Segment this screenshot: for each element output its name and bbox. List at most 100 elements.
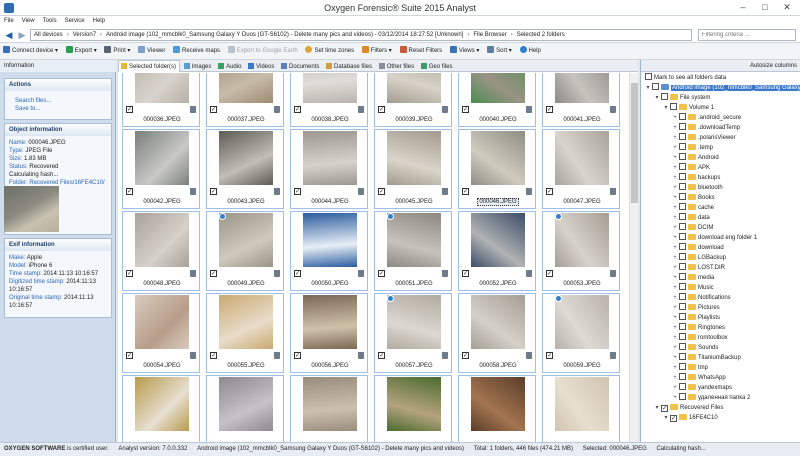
breadcrumb-image[interactable]: Android image (102_mmcblk0_Samsung Galax… <box>106 30 463 40</box>
mark-all-folders-row[interactable]: Mark to see all folders data <box>645 73 726 83</box>
tab-geo-files[interactable]: Geo files <box>419 61 456 73</box>
thumbnail-image[interactable] <box>555 73 609 103</box>
thumbnail-cell[interactable]: ✓ 000056.JPEG <box>290 293 368 373</box>
select-checkbox[interactable]: ✓ <box>378 352 385 359</box>
menu-service[interactable]: Service <box>61 16 89 27</box>
thumbnail-image[interactable] <box>555 377 609 431</box>
vertical-scrollbar[interactable] <box>629 73 638 442</box>
sort-button[interactable]: Sort ▾ <box>484 43 515 60</box>
thumbnail-cell[interactable]: ✓ 000058.JPEG <box>458 293 536 373</box>
tab-audio[interactable]: Audio <box>216 61 244 73</box>
expand-toggle-icon[interactable]: + <box>672 333 678 343</box>
tree-node[interactable]: + download <box>672 243 724 253</box>
tree-node[interactable]: + cache <box>672 203 714 213</box>
tab-selected-folders[interactable]: Selected folder(s) <box>118 60 181 72</box>
tree-node[interactable]: + .polarisViewer <box>672 133 736 143</box>
tree-checkbox[interactable] <box>679 213 686 220</box>
thumbnail-image[interactable] <box>303 377 357 431</box>
tree-checkbox[interactable] <box>679 233 686 240</box>
tree-checkbox[interactable] <box>679 263 686 270</box>
thumbnail-cell[interactable]: ✓ 000057.JPEG <box>374 293 452 373</box>
search-files-link[interactable]: Search files... <box>5 97 111 105</box>
tree-checkbox[interactable] <box>679 283 686 290</box>
expand-toggle-icon[interactable]: ▾ <box>645 83 651 93</box>
thumbnail-cell[interactable]: ✓ 000047.JPEG <box>542 129 620 209</box>
tree-checkbox[interactable] <box>679 273 686 280</box>
expand-toggle-icon[interactable]: + <box>672 353 678 363</box>
thumbnail-cell[interactable]: ✓ 000038.JPEG <box>290 73 368 127</box>
tree-checkbox[interactable] <box>679 183 686 190</box>
thumbnail-cell[interactable]: ✓ 000054.JPEG <box>122 293 200 373</box>
tree-node[interactable]: ▾ Volume 1 <box>663 103 714 113</box>
thumbnail-image[interactable] <box>555 131 609 185</box>
expand-toggle-icon[interactable]: + <box>672 193 678 203</box>
tree-node[interactable]: + data <box>672 213 710 223</box>
tree-node[interactable]: + Sounds <box>672 343 718 353</box>
tree-checkbox[interactable] <box>679 293 686 300</box>
thumbnail-cell[interactable] <box>206 375 284 442</box>
expand-toggle-icon[interactable]: + <box>672 303 678 313</box>
tree-checkbox[interactable] <box>679 173 686 180</box>
thumbnail-image[interactable] <box>471 131 525 185</box>
tree-node[interactable]: + WhatsApp <box>672 373 726 383</box>
expand-toggle-icon[interactable]: + <box>672 343 678 353</box>
viewer-button[interactable]: Viewer <box>135 43 168 60</box>
select-checkbox[interactable]: ✓ <box>546 352 553 359</box>
save-to-link[interactable]: Save to... <box>5 105 111 113</box>
tree-node[interactable]: + Pictures <box>672 303 720 313</box>
thumbnail-cell[interactable]: ✓ 000037.JPEG <box>206 73 284 127</box>
views-button[interactable]: Views ▾ <box>447 43 483 60</box>
select-checkbox[interactable]: ✓ <box>294 352 301 359</box>
thumbnail-cell[interactable]: ✓ 000055.JPEG <box>206 293 284 373</box>
select-checkbox[interactable]: ✓ <box>210 352 217 359</box>
thumbnail-image[interactable] <box>135 73 189 103</box>
tree-node[interactable]: + LOST.DIR <box>672 263 725 273</box>
breadcrumb-all-devices[interactable]: All devices <box>34 30 63 40</box>
tree-checkbox[interactable]: ✓ <box>670 415 677 422</box>
expand-toggle-icon[interactable]: + <box>672 323 678 333</box>
tree-node[interactable]: + bluetooth <box>672 183 723 193</box>
select-checkbox[interactable]: ✓ <box>210 188 217 195</box>
thumbnail-image[interactable] <box>303 131 357 185</box>
tree-node[interactable]: + backups <box>672 173 720 183</box>
close-button[interactable]: ✕ <box>776 0 798 15</box>
tree-checkbox[interactable] <box>652 83 659 90</box>
select-checkbox[interactable]: ✓ <box>462 270 469 277</box>
filters-button[interactable]: Filters ▾ <box>359 43 395 60</box>
thumbnail-cell[interactable] <box>122 375 200 442</box>
tree-node[interactable]: + Music <box>672 283 714 293</box>
reset-filters-button[interactable]: Reset Filters <box>397 43 446 60</box>
thumbnail-cell[interactable]: ✓ 000050.JPEG <box>290 211 368 291</box>
expand-toggle-icon[interactable]: + <box>672 113 678 123</box>
tree-node[interactable]: + romtoolbox <box>672 333 728 343</box>
thumbnail-cell[interactable]: ✓ 000036.JPEG <box>122 73 200 127</box>
thumbnail-cell[interactable]: ✓ 000051.JPEG <box>374 211 452 291</box>
expand-toggle-icon[interactable]: + <box>672 373 678 383</box>
expand-toggle-icon[interactable]: + <box>672 243 678 253</box>
tree-checkbox[interactable] <box>679 193 686 200</box>
tree-checkbox[interactable] <box>679 163 686 170</box>
tree-node[interactable]: + Android <box>672 153 719 163</box>
tree-checkbox[interactable] <box>679 373 686 380</box>
export-button[interactable]: Export ▾ <box>63 43 100 60</box>
expand-toggle-icon[interactable]: + <box>672 123 678 133</box>
menu-tools[interactable]: Tools <box>39 16 61 27</box>
tree-checkbox[interactable] <box>679 333 686 340</box>
expand-toggle-icon[interactable]: + <box>672 263 678 273</box>
thumbnail-cell[interactable] <box>290 375 368 442</box>
thumbnail-cell[interactable]: ✓ 000044.JPEG <box>290 129 368 209</box>
minimize-button[interactable]: – <box>732 0 754 15</box>
tree-checkbox[interactable] <box>679 223 686 230</box>
tree-node[interactable]: + удаленная папка 2 <box>672 393 750 403</box>
select-checkbox[interactable]: ✓ <box>210 270 217 277</box>
select-checkbox[interactable]: ✓ <box>462 352 469 359</box>
thumbnail-image[interactable] <box>387 131 441 185</box>
expand-toggle-icon[interactable]: + <box>672 273 678 283</box>
tree-checkbox[interactable] <box>679 383 686 390</box>
expand-toggle-icon[interactable]: + <box>672 143 678 153</box>
menu-view[interactable]: View <box>18 16 39 27</box>
mark-all-checkbox[interactable] <box>645 73 652 80</box>
tab-videos[interactable]: Videos <box>246 61 277 73</box>
tree-node[interactable]: + .android_secure <box>672 113 741 123</box>
tree-checkbox[interactable] <box>679 243 686 250</box>
